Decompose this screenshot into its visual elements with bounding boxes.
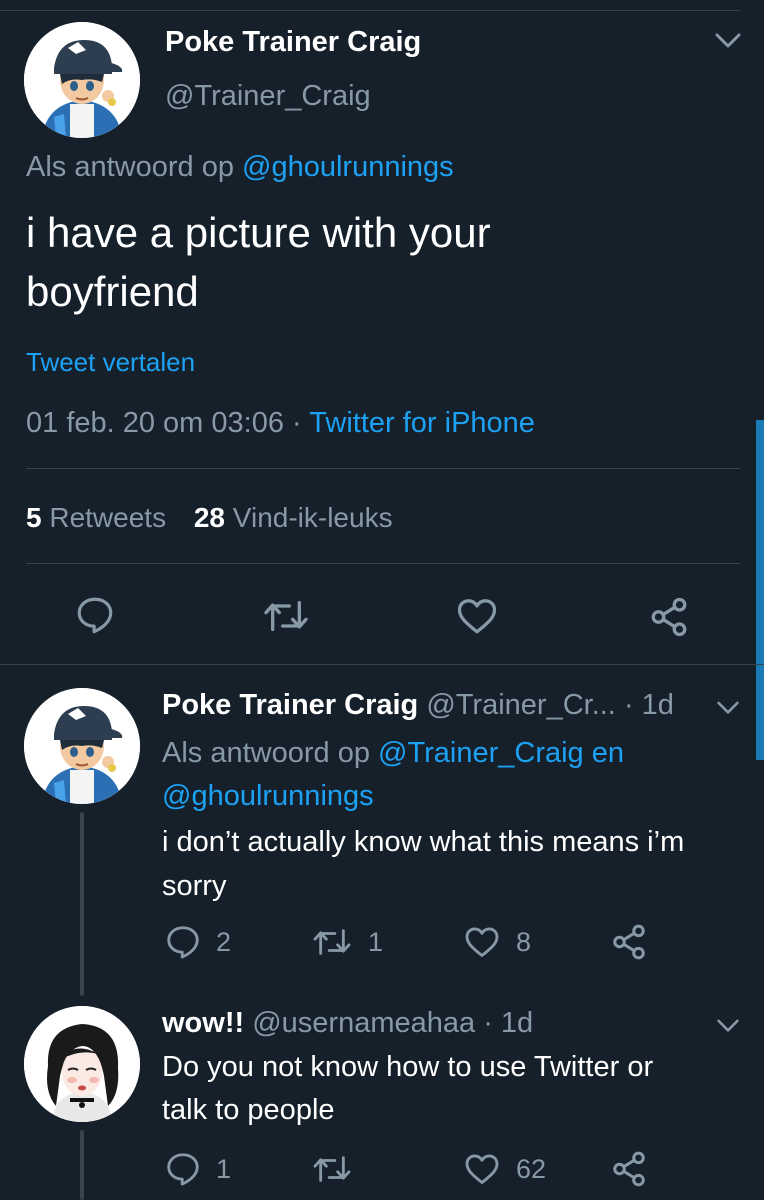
tweet-text-line: boyfriend [26, 268, 199, 315]
reply-prefix: Als antwoord op [162, 737, 370, 769]
reply-count: 2 [216, 926, 232, 957]
like-button[interactable] [456, 596, 498, 636]
like-button[interactable]: 8 [464, 925, 531, 959]
reply-prefix: Als antwoord op [26, 151, 234, 183]
like-count: 8 [516, 926, 532, 957]
thread-line [80, 1130, 84, 1200]
reply-icon [77, 597, 113, 634]
reply-handle[interactable]: @usernameahaa [252, 1007, 475, 1039]
reply-button[interactable]: 2 [164, 923, 231, 961]
thread-line [80, 812, 84, 996]
chevron-down-icon[interactable] [716, 700, 740, 716]
retweet-icon [313, 929, 351, 955]
reply-icon [167, 926, 199, 959]
reply-button[interactable]: 1 [164, 1150, 231, 1188]
separator-dot: · [292, 407, 302, 439]
retweet-icon [264, 601, 308, 631]
chevron-down-icon[interactable] [714, 32, 742, 50]
likes-stat[interactable]: 28 Vind-ik-leuks [194, 502, 393, 533]
reply-text-line: Do you not know how to use Twitter or [162, 1051, 654, 1083]
scrollbar[interactable] [756, 420, 764, 760]
top-divider [0, 10, 740, 11]
reply-header: wow!! @usernameahaa · 1d [162, 1007, 533, 1040]
chevron-down-icon[interactable] [716, 1018, 740, 1034]
retweet-button[interactable]: 1 [312, 925, 383, 959]
handle[interactable]: @Trainer_Craig [165, 80, 371, 113]
divider [0, 664, 764, 665]
reply-time[interactable]: · 1d [624, 689, 674, 721]
reply-text-line: i don’t actually know what this means i’… [162, 826, 685, 858]
share-button[interactable] [610, 923, 648, 961]
reply-avatar[interactable] [24, 1006, 140, 1122]
reply-to-link[interactable]: @ghoulrunnings [162, 775, 624, 818]
reply-avatar[interactable] [24, 688, 140, 804]
retweets-label: Retweets [49, 502, 167, 533]
like-button[interactable]: 62 [464, 1152, 546, 1186]
reply-text-line: talk to people [162, 1094, 335, 1126]
retweets-count: 5 [26, 502, 42, 533]
likes-count: 28 [193, 502, 226, 533]
reply-text: i don’t actually know what this means i’… [162, 820, 684, 908]
timestamp-row: 01 feb. 20 om 03:06 · Twitter for iPhone [26, 407, 535, 440]
like-icon [465, 927, 499, 957]
likes-label: Vind-ik-leuks [232, 502, 393, 533]
like-icon [457, 599, 497, 634]
divider [26, 468, 740, 469]
reply-icon [167, 1153, 199, 1186]
like-count: 62 [516, 1153, 547, 1184]
translate-link[interactable]: Tweet vertalen [26, 347, 195, 378]
retweet-button[interactable] [312, 1152, 368, 1186]
retweets-stat[interactable]: 5 Retweets [26, 502, 174, 533]
like-icon [465, 1154, 499, 1184]
reply-text: Do you not know how to use Twitter or ta… [162, 1046, 653, 1132]
reply-count: 1 [216, 1153, 232, 1184]
share-button[interactable] [610, 1150, 648, 1188]
tweet-text-line: i have a picture with your [26, 209, 491, 256]
retweet-icon [313, 1156, 351, 1182]
divider [26, 563, 740, 564]
share-icon [613, 924, 645, 960]
engagement-stats: 5 Retweets 28 Vind-ik-leuks [26, 502, 393, 534]
share-icon [651, 597, 687, 637]
reply-display-name[interactable]: Poke Trainer Craig [162, 689, 418, 721]
reply-button[interactable] [74, 594, 116, 636]
reply-to-link[interactable]: @ghoulrunnings [242, 151, 454, 183]
timestamp[interactable]: 01 feb. 20 om 03:06 [26, 407, 284, 439]
reply-context: Als antwoord op @Trainer_Craig en @ghoul… [162, 732, 624, 818]
display-name[interactable]: Poke Trainer Craig [165, 26, 421, 59]
reply-handle[interactable]: @Trainer_Cr... [426, 689, 616, 721]
reply-context: Als antwoord op @ghoulrunnings [26, 151, 454, 184]
tweet-text: i have a picture with your boyfriend [26, 203, 491, 321]
avatar[interactable] [24, 22, 140, 138]
share-button[interactable] [648, 596, 690, 638]
reply-display-name[interactable]: wow!! [162, 1007, 244, 1039]
share-icon [613, 1151, 645, 1187]
retweet-count: 1 [368, 926, 384, 957]
reply-time[interactable]: · 1d [483, 1007, 533, 1039]
reply-text-line: sorry [162, 870, 227, 902]
reply-to-link[interactable]: @Trainer_Craig en [378, 737, 624, 769]
retweet-button[interactable] [262, 596, 310, 636]
source-link[interactable]: Twitter for iPhone [309, 407, 535, 439]
reply-header: Poke Trainer Craig @Trainer_Cr... · 1d [162, 689, 674, 722]
